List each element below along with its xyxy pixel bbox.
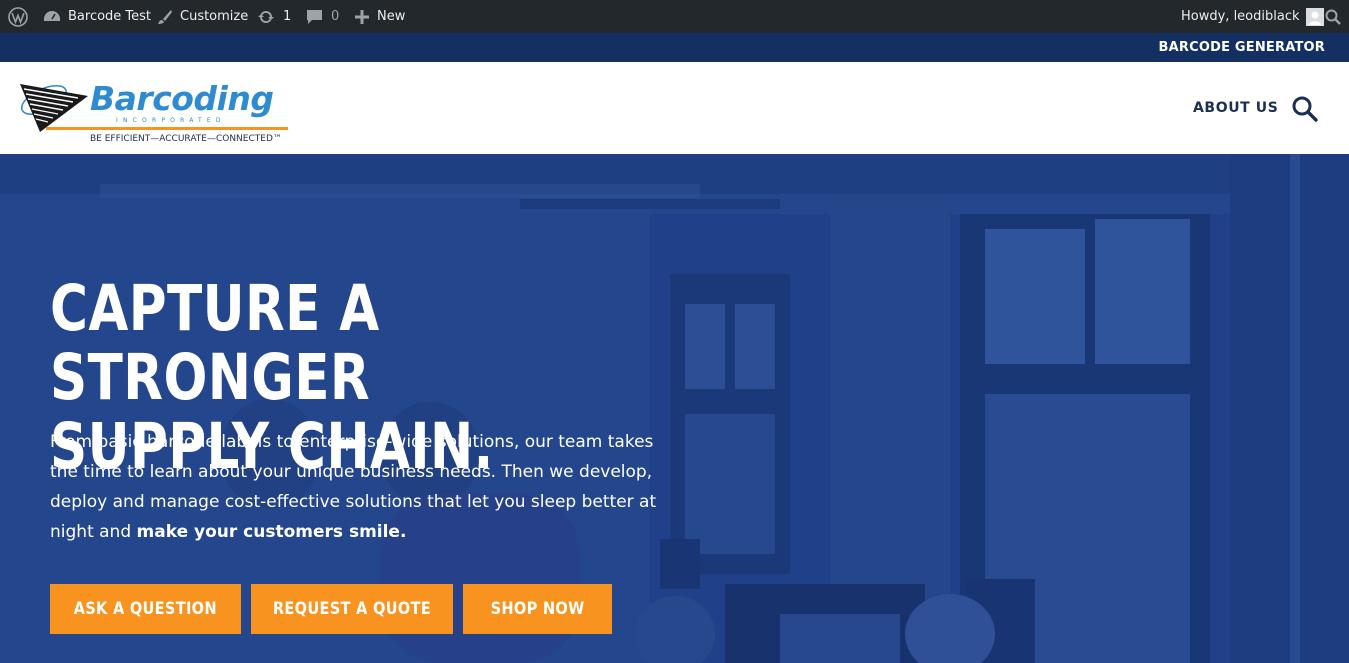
comment-bubble-icon: [307, 9, 322, 24]
new-content-menu[interactable]: New: [355, 0, 405, 33]
site-name: Barcode Test: [68, 9, 152, 24]
ask-question-label: ASK A QUESTION: [73, 599, 218, 619]
logo-tagline: BE EFFICIENT—ACCURATE—CONNECTED™: [90, 134, 282, 144]
customize-link[interactable]: Customize: [157, 0, 248, 33]
wp-admin-bar: Barcode Test Customize 1 0 New Howdy, le…: [0, 0, 1349, 33]
logo-wordmark: Barcoding: [90, 79, 274, 118]
hero-description-emphasis: make your customers smile.: [136, 522, 407, 542]
shop-now-button[interactable]: SHOP NOW: [463, 584, 612, 634]
barcode-generator-link[interactable]: BARCODE GENERATOR: [1159, 33, 1325, 62]
comments-link[interactable]: 0: [306, 0, 339, 33]
hero-headline-line-1: CAPTURE A STRONGER: [50, 272, 380, 414]
updates-icon: [258, 10, 274, 23]
my-account-menu[interactable]: Howdy, leodiblack: [1181, 0, 1324, 33]
hero-section: CAPTURE A STRONGER SUPPLY CHAIN. From ba…: [0, 154, 1349, 663]
avatar: [1305, 7, 1324, 26]
request-quote-button[interactable]: REQUEST A QUOTE: [251, 584, 453, 634]
updates-link[interactable]: 1: [257, 0, 291, 33]
brush-icon: [158, 9, 172, 24]
site-name-menu[interactable]: Barcode Test: [43, 0, 151, 33]
request-quote-label: REQUEST A QUOTE: [272, 599, 432, 619]
top-utility-strip: BARCODE GENERATOR: [0, 33, 1349, 62]
howdy-greeting: Howdy, leodiblack: [1181, 9, 1300, 24]
customize-label: Customize: [180, 9, 249, 24]
shop-now-label: SHOP NOW: [490, 599, 585, 619]
ask-question-button[interactable]: ASK A QUESTION: [50, 584, 241, 634]
admin-search-icon[interactable]: [1325, 0, 1341, 33]
dashboard-gauge-icon: [44, 10, 60, 21]
comments-count: 0: [331, 9, 340, 24]
new-label: New: [377, 9, 406, 24]
hero-description: From basic barcode labels to enterprise-…: [50, 427, 660, 547]
updates-count: 1: [283, 9, 292, 24]
search-icon[interactable]: [1291, 95, 1319, 123]
logo-incorporated: INCORPORATED: [116, 117, 226, 124]
wordpress-logo-icon[interactable]: [8, 0, 28, 33]
plus-icon: [355, 9, 369, 24]
site-header: Barcoding INCORPORATED BE EFFICIENT—ACCU…: [0, 62, 1349, 154]
barcoding-logo[interactable]: Barcoding INCORPORATED BE EFFICIENT—ACCU…: [18, 70, 293, 150]
logo-orange-rule: [46, 127, 288, 130]
nav-about-us[interactable]: ABOUT US: [1193, 100, 1278, 116]
